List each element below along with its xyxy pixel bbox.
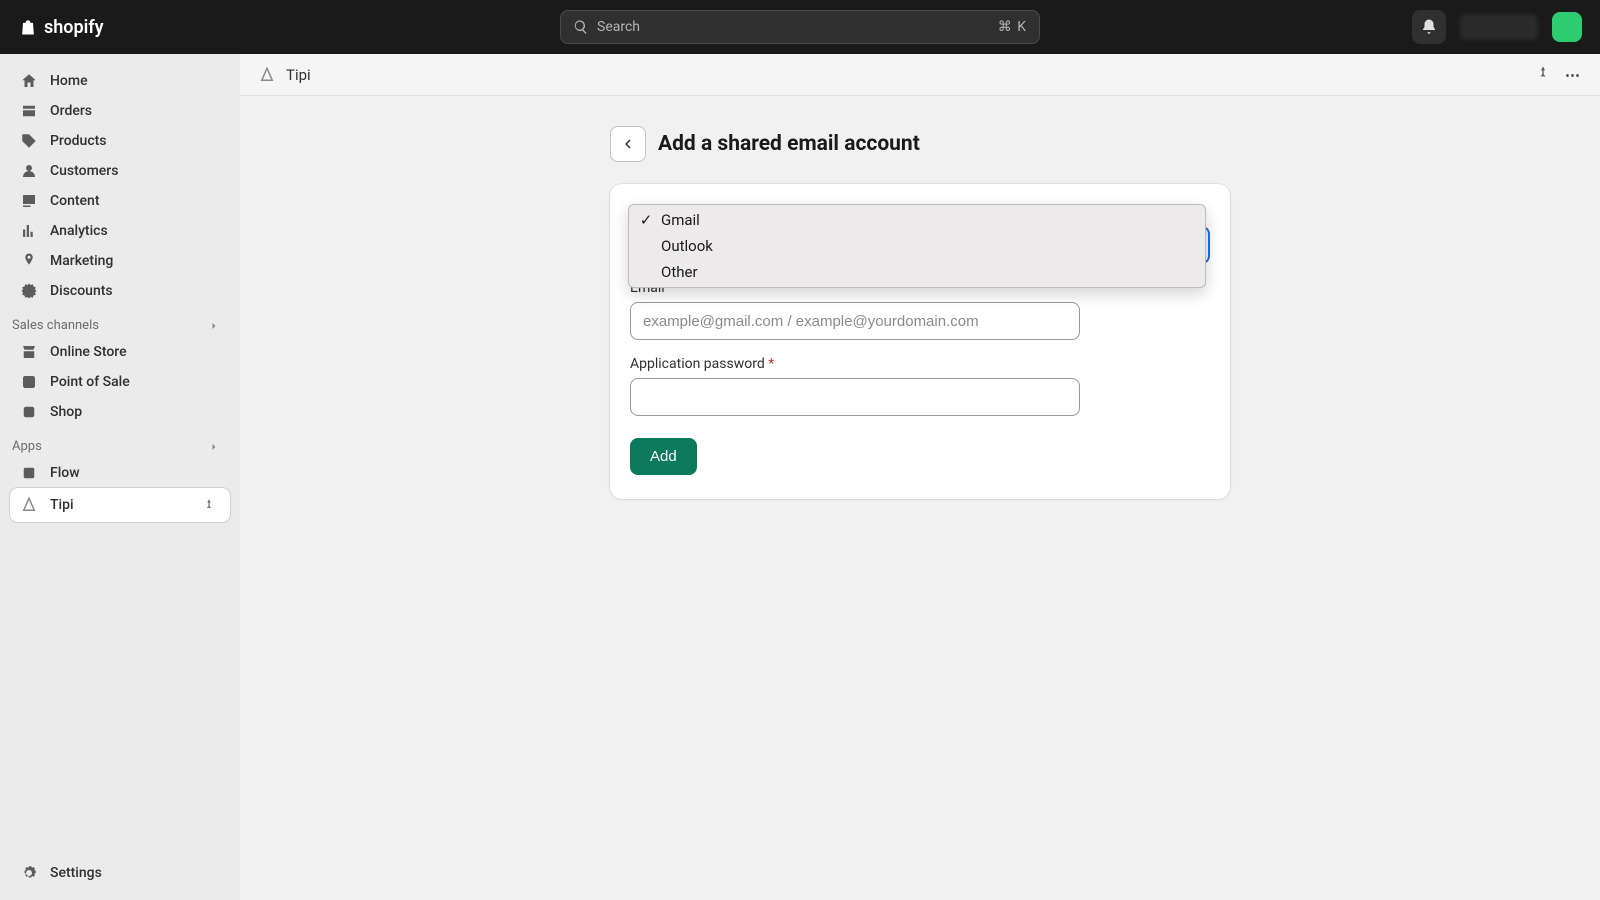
- pin-icon: [1535, 65, 1551, 81]
- sidebar-item-settings[interactable]: Settings: [10, 858, 230, 888]
- password-input[interactable]: [630, 378, 1080, 416]
- sidebar-section-apps[interactable]: Apps: [10, 427, 230, 458]
- required-asterisk: *: [768, 356, 774, 372]
- page: Add a shared email account Provider ✓ Gm…: [610, 126, 1230, 499]
- check-icon: ✓: [639, 211, 653, 229]
- search-container: Search ⌘ K: [560, 10, 1040, 44]
- analytics-icon: [20, 222, 38, 240]
- search-placeholder: Search: [597, 19, 640, 35]
- password-field-group: Application password *: [630, 356, 1210, 416]
- topbar-right: [1412, 10, 1582, 44]
- sidebar-item-orders[interactable]: Orders: [10, 96, 230, 126]
- add-button[interactable]: Add: [630, 438, 697, 475]
- password-label: Application password *: [630, 356, 1210, 372]
- page-heading: Add a shared email account: [610, 126, 1230, 162]
- sidebar-item-label: Tipi: [50, 497, 74, 513]
- sidebar-item-tipi[interactable]: Tipi: [10, 488, 230, 522]
- provider-option-gmail[interactable]: ✓ Gmail: [629, 207, 1205, 233]
- tipi-icon: [20, 496, 38, 514]
- shop-icon: [20, 403, 38, 421]
- email-field-group: Email *: [630, 280, 1210, 340]
- sidebar-item-label: Shop: [50, 404, 82, 420]
- option-label: Other: [661, 263, 698, 281]
- customers-icon: [20, 162, 38, 180]
- sidebar-item-content[interactable]: Content: [10, 186, 230, 216]
- brand-text: shopify: [44, 17, 104, 38]
- sidebar-item-customers[interactable]: Customers: [10, 156, 230, 186]
- sidebar-item-label: Analytics: [50, 223, 108, 239]
- shopify-bag-icon: [18, 16, 38, 38]
- sidebar-item-label: Orders: [50, 103, 92, 119]
- orders-icon: [20, 102, 38, 120]
- more-actions-button[interactable]: ⋯: [1565, 66, 1582, 84]
- sidebar-item-label: Products: [50, 133, 107, 149]
- chevron-right-icon: [208, 441, 220, 453]
- products-icon: [20, 132, 38, 150]
- notifications-button[interactable]: [1412, 10, 1446, 44]
- sidebar-item-label: Online Store: [50, 344, 127, 360]
- search-shortcut: ⌘ K: [998, 19, 1027, 35]
- sidebar: Home Orders Products Customers Content A…: [0, 54, 240, 900]
- search-icon: [573, 19, 589, 35]
- sidebar-item-flow[interactable]: Flow: [10, 458, 230, 488]
- sidebar-item-label: Content: [50, 193, 100, 209]
- home-icon: [20, 72, 38, 90]
- gear-icon: [20, 864, 38, 882]
- content-icon: [20, 192, 38, 210]
- sidebar-item-shop[interactable]: Shop: [10, 397, 230, 427]
- pin-button[interactable]: [1535, 65, 1551, 85]
- discounts-icon: [20, 282, 38, 300]
- sidebar-item-products[interactable]: Products: [10, 126, 230, 156]
- content-area: Add a shared email account Provider ✓ Gm…: [240, 96, 1600, 900]
- option-label: Gmail: [661, 211, 700, 229]
- sidebar-item-marketing[interactable]: Marketing: [10, 246, 230, 276]
- main: Tipi ⋯ Add a shared email account: [240, 54, 1600, 900]
- provider-option-outlook[interactable]: Outlook: [629, 233, 1205, 259]
- search-input[interactable]: Search ⌘ K: [560, 10, 1040, 44]
- provider-field: Provider ✓ Gmail Outlook: [630, 204, 1210, 264]
- sidebar-item-label: Flow: [50, 465, 80, 481]
- sidebar-item-discounts[interactable]: Discounts: [10, 276, 230, 306]
- sidebar-item-label: Home: [50, 73, 88, 89]
- section-label: Sales channels: [12, 318, 99, 333]
- sidebar-item-label: Customers: [50, 163, 118, 179]
- sidebar-item-label: Point of Sale: [50, 374, 130, 390]
- more-icon: ⋯: [1565, 66, 1582, 84]
- app-title: Tipi: [286, 66, 311, 84]
- section-label: Apps: [12, 439, 42, 454]
- page-title: Add a shared email account: [658, 132, 920, 156]
- arrow-left-icon: [619, 135, 637, 153]
- sidebar-item-point-of-sale[interactable]: Point of Sale: [10, 367, 230, 397]
- provider-option-other[interactable]: Other: [629, 259, 1205, 285]
- pos-icon: [20, 373, 38, 391]
- email-input[interactable]: [630, 302, 1080, 340]
- sidebar-item-analytics[interactable]: Analytics: [10, 216, 230, 246]
- shopify-logo[interactable]: shopify: [18, 16, 104, 38]
- marketing-icon: [20, 252, 38, 270]
- store-icon: [20, 343, 38, 361]
- chevron-right-icon: [208, 320, 220, 332]
- app-titlebar: Tipi ⋯: [240, 54, 1600, 96]
- provider-dropdown: ✓ Gmail Outlook Other: [628, 204, 1206, 288]
- sidebar-item-online-store[interactable]: Online Store: [10, 337, 230, 367]
- user-avatar[interactable]: [1552, 12, 1582, 42]
- sidebar-item-label: Discounts: [50, 283, 113, 299]
- tipi-icon: [258, 66, 276, 84]
- pin-icon: [202, 498, 216, 512]
- sidebar-section-sales-channels[interactable]: Sales channels: [10, 306, 230, 337]
- topbar: shopify Search ⌘ K: [0, 0, 1600, 54]
- store-name-blurred: [1460, 14, 1538, 40]
- sidebar-item-label: Marketing: [50, 253, 113, 269]
- sidebar-item-home[interactable]: Home: [10, 66, 230, 96]
- option-label: Outlook: [661, 237, 713, 255]
- pin-button[interactable]: [198, 494, 220, 516]
- form-card: Provider ✓ Gmail Outlook: [610, 184, 1230, 499]
- sidebar-item-label: Settings: [50, 865, 102, 881]
- flow-icon: [20, 464, 38, 482]
- back-button[interactable]: [610, 126, 646, 162]
- bell-icon: [1420, 18, 1438, 36]
